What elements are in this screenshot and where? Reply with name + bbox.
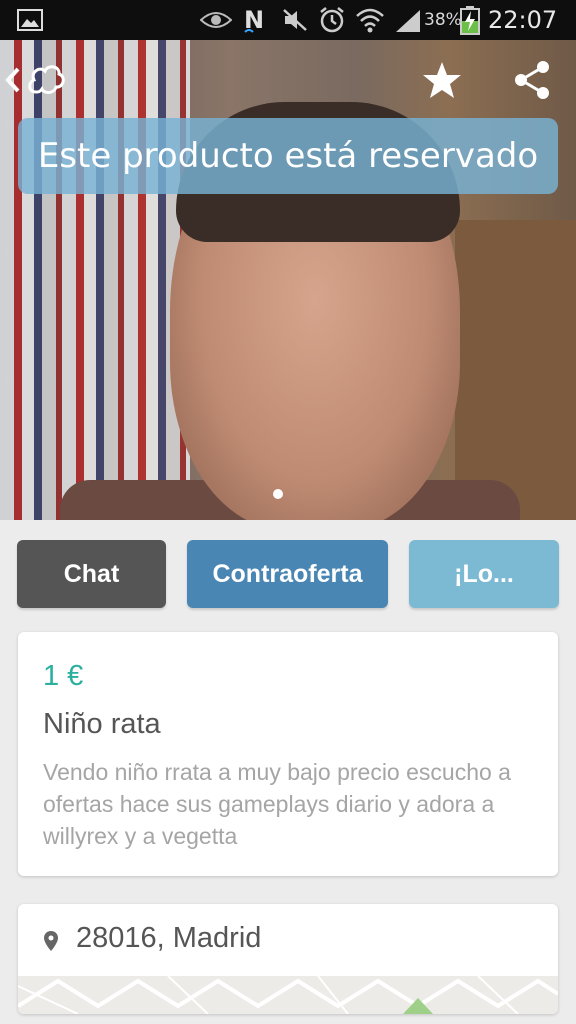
back-button[interactable] <box>2 60 68 100</box>
clothes-rack-background <box>0 40 190 520</box>
signal-icon <box>396 10 420 32</box>
location-map[interactable] <box>18 976 558 1014</box>
app-logo-icon <box>28 65 65 94</box>
product-details-card: 1 € Niño rata Vendo niño rrata a muy baj… <box>18 632 558 876</box>
share-button[interactable] <box>510 58 554 102</box>
location-pin-icon <box>44 931 58 951</box>
furniture-background <box>455 220 576 520</box>
reserved-banner: Este producto está reservado <box>18 118 558 194</box>
action-bar: Chat Contraoferta ¡Lo... <box>0 520 576 630</box>
chevron-left-icon <box>5 67 20 93</box>
image-page-indicator <box>273 489 283 499</box>
status-bar: N 38% 22:07 <box>0 0 576 40</box>
product-title: Niño rata <box>43 708 161 740</box>
n-notification-icon: N <box>244 6 264 34</box>
battery-charging-icon <box>460 6 480 35</box>
product-description: Vendo niño rrata a muy bajo precio escuc… <box>43 759 511 849</box>
mute-icon <box>283 9 307 31</box>
eye-icon <box>200 12 232 28</box>
clock: 22:07 <box>488 6 558 34</box>
product-price: 1 € <box>43 660 84 692</box>
share-icon <box>515 61 549 99</box>
image-notification-icon <box>17 9 43 31</box>
chat-button[interactable]: Chat <box>17 540 166 608</box>
buy-button[interactable]: ¡Lo... <box>409 540 559 608</box>
product-image[interactable] <box>0 40 576 520</box>
favorite-button[interactable] <box>420 58 464 102</box>
wifi-icon <box>356 8 384 33</box>
star-icon <box>423 62 461 98</box>
battery-percent: 38% <box>424 10 462 30</box>
counter-offer-button[interactable]: Contraoferta <box>187 540 388 608</box>
location-text: 28016, Madrid <box>76 922 262 954</box>
alarm-icon <box>320 7 344 33</box>
location-card[interactable]: 28016, Madrid <box>18 904 558 1014</box>
